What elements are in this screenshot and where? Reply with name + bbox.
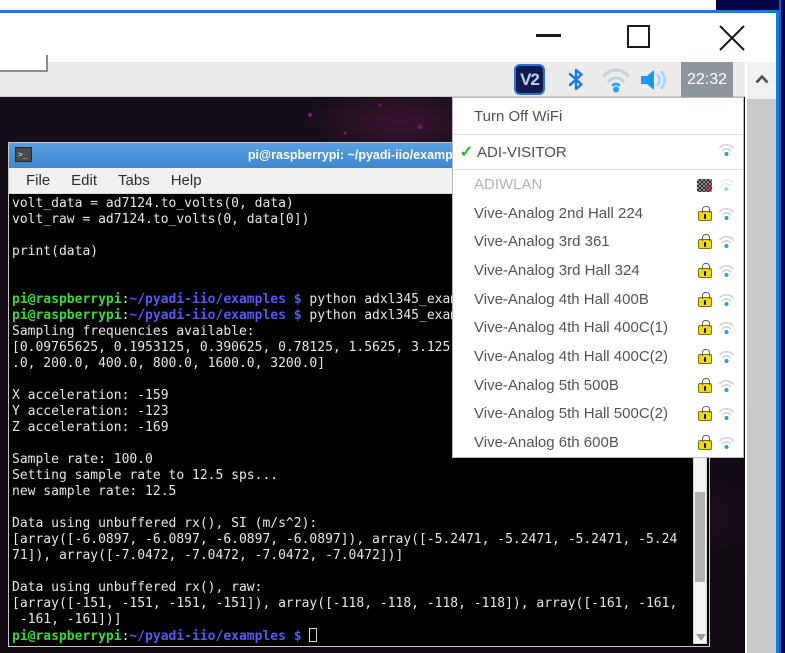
network-status-icons [698,406,735,421]
lock-icon [698,440,712,450]
volume-icon[interactable] [638,67,672,98]
wifi-signal-icon [718,406,735,421]
network-ssid-label: Vive-Analog 3rd 361 [474,233,698,250]
network-ssid-label: Vive-Analog 5th Hall 500C(2) [474,405,698,422]
wifi-network-list: ADIWLAN Vive-Analog 2nd Hall 224 Vive-Anal… [453,170,743,457]
network-status-icons [698,378,735,393]
network-status-icons [698,234,735,249]
network-ssid-label: Vive-Analog 4th Hall 400B [474,291,698,308]
terminal-line: new sample rate: 12.5 [12,484,709,500]
terminal-icon: >_ [15,147,32,162]
lock-icon [698,268,712,278]
wifi-signal-icon [718,206,735,221]
turn-off-wifi-label: Turn Off WiFi [474,108,735,125]
wifi-signal-icon [718,435,735,450]
taskbar-corner-fragment [0,55,48,72]
network-status-icons [698,292,735,307]
terminal-line: -161, -161])] [12,612,709,628]
lock-icon [698,211,712,221]
connected-network-item[interactable]: ✓ ADI-VISITOR [453,135,743,169]
minimize-button[interactable] [522,13,574,62]
network-ssid-label: Vive-Analog 2nd Hall 224 [474,205,698,222]
wifi-network-item[interactable]: Vive-Analog 5th Hall 500C(2) [453,400,743,429]
turn-off-wifi-item[interactable]: Turn Off WiFi [453,98,743,134]
wifi-network-item[interactable]: Vive-Analog 4th Hall 400C(2) [453,342,743,371]
terminal-line: [array([-151, -151, -151, -151]), array(… [12,596,709,612]
terminal-line: Data using unbuffered rx(), raw: [12,580,709,596]
wifi-signal-icon [718,234,735,249]
viewer-scrollbar[interactable] [745,62,776,653]
network-ssid-label: Vive-Analog 5th 500B [474,377,698,394]
chevron-up-icon [754,72,770,86]
network-status-icons [698,206,735,221]
wifi-signal-icon [718,292,735,307]
network-ssid-label: Vive-Analog 4th Hall 400C(1) [474,319,698,336]
wifi-signal-icon [718,349,735,364]
wifi-icon[interactable] [600,67,632,98]
wifi-signal-icon [718,378,735,393]
wifi-network-item[interactable]: Vive-Analog 4th Hall 400C(1) [453,313,743,342]
terminal-scroll-down-icon[interactable] [696,634,706,641]
terminal-line: Setting sample rate to 12.5 sps... [12,468,709,484]
wifi-signal-icon [718,142,735,162]
network-ssid-label: ADIWLAN [474,176,697,193]
lock-icon [698,383,712,393]
scroll-up-button[interactable] [747,62,776,99]
menu-tabs[interactable]: Tabs [118,172,150,189]
wifi-network-item[interactable]: Vive-Analog 4th Hall 400B [453,285,743,314]
wifi-signal-icon [718,142,735,157]
network-ssid-label: Vive-Analog 6th 600B [474,434,698,451]
wifi-signal-icon [718,263,735,278]
network-ssid-label: Vive-Analog 3rd Hall 324 [474,262,698,279]
lock-icon [698,325,712,335]
terminal-scrollbar-thumb[interactable] [695,492,705,582]
menu-file[interactable]: File [26,172,50,189]
terminal-line: pi@raspberrypi:~/pyadi-iio/examples $ [12,628,709,644]
network-status-icons [698,349,735,364]
connected-network-label: ADI-VISITOR [477,144,718,161]
lock-icon [698,239,712,249]
bluetooth-icon[interactable] [565,66,587,98]
terminal-line: 71]), array([-7.0472, -7.0472, -7.0472, … [12,548,709,564]
terminal-line: Data using unbuffered rx(), SI (m/s^2): [12,516,709,532]
menu-edit[interactable]: Edit [71,172,97,189]
maximize-icon [627,25,650,48]
lock-icon [698,411,712,421]
pi-taskbar [0,62,745,97]
taskbar-clock[interactable]: 22:32 [681,62,733,97]
menu-help[interactable]: Help [171,172,202,189]
close-button[interactable] [704,13,760,62]
terminal-line [12,500,709,516]
wifi-network-item[interactable]: Vive-Analog 3rd 361 [453,227,743,256]
wifi-signal-icon [718,320,735,335]
terminal-line: [array([-6.0897, -6.0897, -6.0897, -6.08… [12,532,709,548]
network-ssid-label: Vive-Analog 4th Hall 400C(2) [474,348,698,365]
maximize-button[interactable] [613,13,665,62]
terminal-line [12,564,709,580]
terminal-cursor [309,628,317,642]
network-status-icons [698,263,735,278]
wifi-network-item[interactable]: ADIWLAN [453,170,743,199]
vnc-server-tray-icon[interactable]: V2 [514,64,545,95]
connected-check-icon: ✓ [457,142,476,162]
wifi-dropdown-menu: Turn Off WiFi ✓ ADI-VISITOR ADIWLAN Vive-… [452,97,744,458]
wifi-network-item[interactable]: Vive-Analog 5th 500B [453,371,743,400]
lock-icon [698,297,712,307]
wifi-network-item[interactable]: Vive-Analog 3rd Hall 324 [453,256,743,285]
network-unavailable-icon [697,179,712,192]
minimize-icon [536,34,561,37]
window-border-right [776,10,779,653]
screen: { "taskbar": { "clock": "22:32", "vnc_lo… [0,0,785,653]
background-window-edge [779,0,785,653]
network-status-icons [698,435,735,450]
wifi-signal-icon [718,177,735,192]
lock-icon [698,354,712,364]
close-icon [718,24,746,52]
wifi-network-item[interactable]: Vive-Analog 2nd Hall 224 [453,199,743,228]
network-status-icons [698,320,735,335]
wifi-network-item[interactable]: Vive-Analog 6th 600B [453,428,743,457]
network-status-icons [697,177,735,192]
